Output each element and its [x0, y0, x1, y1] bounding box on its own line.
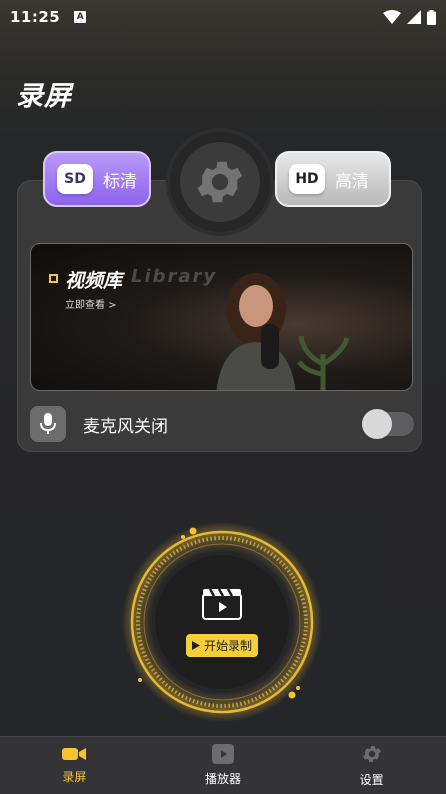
sd-label: 标清 — [103, 171, 137, 192]
tab-record-label: 录屏 — [62, 770, 87, 784]
status-bar: 11:25 A — [0, 0, 446, 34]
gear-icon-container — [180, 142, 260, 222]
player-icon — [212, 744, 234, 764]
status-icons — [383, 9, 436, 25]
status-time: 11:25 — [10, 8, 61, 26]
tab-player[interactable]: 播放器 — [149, 737, 298, 794]
settings-gear-button[interactable] — [170, 132, 270, 232]
mic-label: 麦克风关闭 — [83, 416, 168, 437]
page-title: 录屏 — [16, 81, 72, 112]
video-camera-icon — [62, 748, 87, 760]
clapperboard-icon — [202, 587, 242, 620]
plant-image — [297, 335, 350, 390]
library-bullet-icon — [49, 274, 58, 283]
mic-toggle[interactable] — [362, 409, 414, 439]
sd-badge: SD — [57, 164, 93, 194]
microphone-icon — [30, 406, 66, 442]
play-icon — [191, 640, 200, 650]
gear-icon — [362, 746, 381, 762]
notification-a-icon: A — [74, 11, 87, 23]
video-library-banner[interactable]: Library 视频库 立即查看 > — [30, 243, 413, 391]
mic-row: 麦克风关闭 — [30, 405, 414, 443]
tab-settings-label: 设置 — [359, 773, 384, 787]
hd-badge: HD — [289, 164, 325, 194]
tab-settings[interactable]: 设置 — [297, 737, 446, 794]
wifi-icon — [383, 10, 401, 24]
signal-icon — [407, 10, 421, 24]
library-title: 视频库 — [65, 270, 123, 292]
gear-icon — [197, 161, 243, 203]
toggle-knob — [362, 409, 392, 439]
bottom-tab-bar: 录屏 播放器 设置 — [0, 736, 446, 794]
hd-quality-button[interactable]: HD 高清 — [275, 151, 391, 207]
sd-quality-button[interactable]: SD 标清 — [43, 151, 151, 207]
tab-player-label: 播放器 — [205, 772, 242, 786]
hd-label: 高清 — [335, 171, 369, 192]
record-start-button[interactable]: 开始录制 — [155, 555, 289, 689]
battery-icon — [427, 9, 436, 25]
library-watermark: Library — [131, 266, 218, 287]
library-view-link[interactable]: 立即查看 > — [65, 296, 117, 311]
start-record-pill[interactable]: 开始录制 — [185, 633, 258, 657]
start-record-label: 开始录制 — [203, 638, 252, 653]
record-area: 开始录制 — [120, 520, 325, 725]
tab-record[interactable]: 录屏 — [0, 737, 149, 794]
